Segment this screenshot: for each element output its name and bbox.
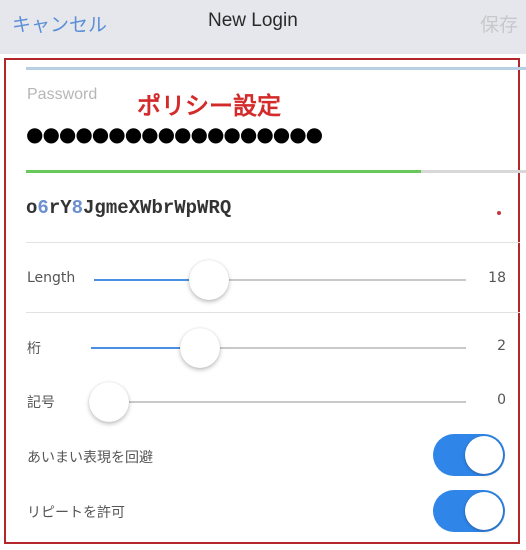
navigation-bar: キャンセル New Login 保存 — [0, 0, 526, 54]
slider-value-symbols: 0 — [497, 392, 506, 408]
password-chars: rY — [48, 197, 72, 219]
password-label: Password — [27, 86, 98, 103]
toggle-label-allow-repeat: リピートを許可 — [27, 505, 125, 521]
slider-label-symbols: 記号 — [27, 395, 55, 411]
password-field[interactable]: ●●●●●●●●●●●●●●●●●● — [26, 122, 323, 146]
avoid-ambiguous-toggle[interactable] — [433, 434, 505, 476]
password-strength-bar — [26, 170, 526, 173]
password-strength-fill — [26, 170, 421, 173]
password-digit: 6 — [37, 197, 49, 219]
password-chars: o — [26, 197, 38, 219]
length-slider[interactable] — [94, 260, 466, 300]
symbols-slider[interactable] — [89, 382, 466, 422]
slider-thumb[interactable] — [89, 382, 129, 422]
allow-repeat-toggle[interactable] — [433, 490, 505, 532]
divider — [26, 242, 520, 243]
page-title: New Login — [208, 10, 298, 31]
slider-label-length: Length — [27, 270, 76, 286]
slider-label-digits: 桁 — [27, 341, 41, 357]
slider-thumb[interactable] — [189, 260, 230, 300]
generated-password[interactable]: o6rY8JgmeXWbrWpWRQ — [26, 197, 231, 219]
cancel-button[interactable]: キャンセル — [12, 10, 107, 37]
password-chars: JgmeXWbrWpWRQ — [83, 197, 232, 219]
digits-slider[interactable] — [91, 328, 466, 368]
divider — [26, 312, 520, 313]
divider — [26, 67, 526, 70]
indicator-dot — [497, 211, 501, 215]
slider-thumb[interactable] — [179, 328, 220, 368]
password-digit: 8 — [71, 197, 84, 219]
toggle-knob — [465, 492, 503, 530]
toggle-label-avoid-ambiguous: あいまい表現を回避 — [27, 450, 153, 466]
slider-value-length: 18 — [488, 270, 506, 286]
save-button[interactable]: 保存 — [480, 10, 518, 37]
slider-value-digits: 2 — [497, 338, 506, 354]
policy-annotation: ポリシー設定 — [137, 92, 281, 120]
toggle-knob — [465, 436, 503, 474]
